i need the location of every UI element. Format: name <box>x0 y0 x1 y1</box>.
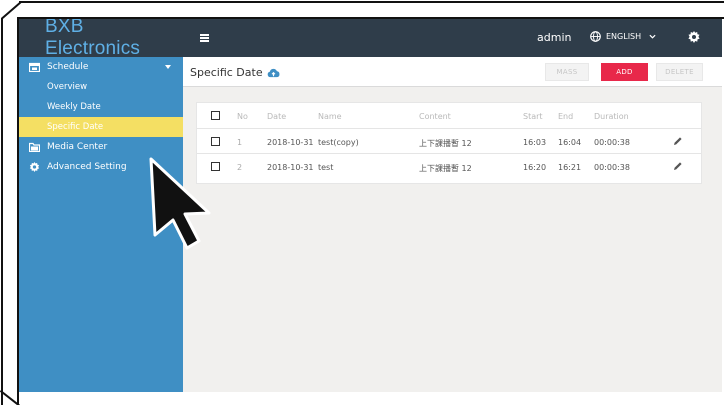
cell-duration: 00:00:38 <box>594 138 630 147</box>
delete-button[interactable]: DELETE <box>656 63 703 81</box>
table-row[interactable]: 1 2018-10-31 test(copy) 上下課播暫 12 16:03 1… <box>197 129 701 154</box>
chevron-down-icon <box>649 34 656 39</box>
sidebar-item-overview[interactable]: Overview <box>19 77 183 97</box>
edit-pencil-icon[interactable] <box>673 161 683 171</box>
cell-no: 1 <box>237 138 243 147</box>
callout-frame-top <box>19 1 724 3</box>
sidebar-item-label: Media Center <box>47 142 108 152</box>
gear-icon <box>29 162 40 172</box>
caret-down-icon <box>165 65 171 69</box>
sidebar-item-weekly-date[interactable]: Weekly Date <box>19 97 183 117</box>
globe-icon <box>590 31 601 42</box>
sidebar-item-media-center[interactable]: Media Center <box>19 137 183 157</box>
calendar-icon <box>29 62 40 72</box>
cell-date: 2018-10-31 <box>267 163 314 172</box>
cell-start: 16:03 <box>523 138 547 147</box>
sidebar-item-label: Schedule <box>47 62 89 72</box>
table-row[interactable]: 2 2018-10-31 test 上下課播暫 12 16:20 16:21 0… <box>197 154 701 179</box>
page-title-text: Specific Date <box>190 66 263 79</box>
page-header: Specific Date MASS ADD DELETE <box>183 57 722 87</box>
column-header-no: No <box>237 112 248 121</box>
language-selector[interactable]: ENGLISH <box>590 31 656 42</box>
cell-duration: 00:00:38 <box>594 163 630 172</box>
cell-end: 16:04 <box>558 138 582 147</box>
settings-gear-icon[interactable] <box>688 31 700 43</box>
column-header-end: End <box>558 112 574 121</box>
column-header-duration: Duration <box>594 112 629 121</box>
table-header-row: No Date Name Content Start End Duration <box>197 103 701 129</box>
mass-button[interactable]: MASS <box>545 63 589 81</box>
cell-end: 16:21 <box>558 163 582 172</box>
top-bar: admin ENGLISH <box>183 19 722 57</box>
brand-logo: BXB Electronics <box>19 19 183 59</box>
column-header-date: Date <box>267 112 287 121</box>
column-header-start: Start <box>523 112 543 121</box>
language-label: ENGLISH <box>606 32 642 41</box>
add-button[interactable]: ADD <box>601 63 648 81</box>
user-name[interactable]: admin <box>537 31 571 44</box>
sidebar-item-label: Advanced Setting <box>47 162 127 172</box>
hamburger-icon[interactable] <box>200 34 209 42</box>
select-all-checkbox[interactable] <box>211 111 220 120</box>
app-window: BXB Electronics Schedule Overview Weekly… <box>19 19 722 392</box>
cell-date: 2018-10-31 <box>267 138 314 147</box>
cell-name: test <box>318 163 334 172</box>
cell-no: 2 <box>237 163 243 172</box>
cell-start: 16:20 <box>523 163 547 172</box>
column-header-name: Name <box>318 112 342 121</box>
cell-name: test(copy) <box>318 138 359 147</box>
cell-content: 上下課播暫 12 <box>419 164 472 173</box>
cell-content: 上下課播暫 12 <box>419 139 472 148</box>
row-checkbox[interactable] <box>211 162 220 171</box>
sidebar-item-specific-date[interactable]: Specific Date <box>19 117 183 137</box>
page-title: Specific Date <box>190 66 280 79</box>
schedule-table: No Date Name Content Start End Duration … <box>196 102 702 184</box>
mouse-cursor-icon <box>149 157 211 250</box>
callout-frame-left <box>1 18 3 405</box>
folder-icon <box>29 142 40 152</box>
cloud-upload-icon[interactable] <box>267 68 280 78</box>
edit-pencil-icon[interactable] <box>673 136 683 146</box>
row-checkbox[interactable] <box>211 137 220 146</box>
column-header-content: Content <box>419 112 451 121</box>
sidebar-item-schedule[interactable]: Schedule <box>19 57 183 77</box>
